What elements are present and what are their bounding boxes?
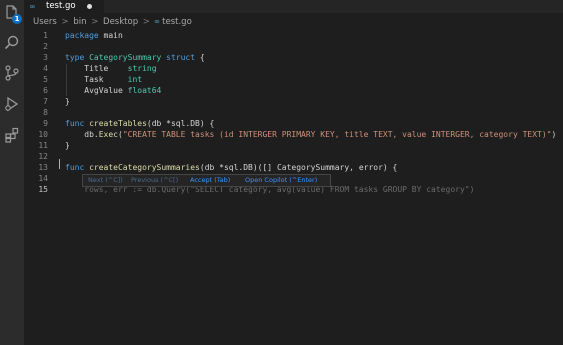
breadcrumb-separator: > [91, 17, 99, 27]
code-token: string [127, 64, 157, 73]
breadcrumb-item-desktop[interactable]: Desktop [103, 17, 138, 27]
code-token: Title [65, 64, 128, 73]
line-number: 4 [43, 64, 48, 73]
code-token: ) [551, 130, 557, 139]
line-number: 13 [38, 163, 48, 172]
code-text: db.Exec("CREATE TABLE tasks (id INTERGER… [65, 129, 556, 140]
unsaved-dot-icon[interactable] [87, 4, 92, 9]
code-token: } [65, 141, 70, 150]
code-token: (db *sql.DB) { [146, 119, 215, 128]
activity-bar: 1 [0, 0, 24, 345]
code-token: } [65, 97, 70, 106]
open-copilot-button[interactable]: Open Copilot (^Enter) [245, 175, 317, 186]
line-number: 6 [43, 86, 48, 95]
code-text: package main [65, 30, 123, 41]
code-token: type [65, 53, 90, 62]
code-token: func [65, 163, 90, 172]
code-token: createCategorySummaries [89, 163, 200, 172]
code-text: Task int [65, 74, 142, 85]
code-token: func [65, 119, 90, 128]
next-suggestion-button[interactable]: Next (^C]) [88, 175, 123, 186]
code-token: package [65, 31, 99, 40]
go-file-icon: ∞ [154, 17, 160, 26]
code-line[interactable]: 1 package main [24, 30, 563, 41]
code-token: float64 [127, 86, 162, 95]
breadcrumb-separator: > [142, 17, 150, 27]
code-token: main [98, 31, 123, 40]
breadcrumb: Users > bin > Desktop > ∞ test.go [33, 15, 192, 28]
code-token: CategorySummary [89, 53, 162, 62]
extensions-icon[interactable] [3, 126, 21, 144]
code-token: Exec [98, 130, 118, 139]
code-text: type CategorySummary struct { [65, 52, 205, 63]
breadcrumb-separator: > [61, 17, 69, 27]
code-token: "CREATE TABLE tasks (id INTERGER PRIMARY… [122, 130, 552, 139]
code-token: Task [65, 75, 128, 84]
breadcrumb-item-users[interactable]: Users [33, 17, 57, 27]
line-number: 9 [43, 119, 48, 128]
code-line[interactable]: 7} [24, 96, 563, 107]
inline-suggestion-toolbar: Next (^C]) Previous (^C[) Accept (Tab) O… [82, 174, 331, 187]
source-control-icon[interactable] [3, 64, 21, 82]
code-line[interactable]: 4 Title string [24, 63, 563, 74]
code-line[interactable]: 13 func createCategorySummaries(db *sql.D… [24, 162, 563, 173]
line-number: 8 [43, 108, 48, 117]
line-number: 5 [43, 75, 48, 84]
code-line[interactable]: 3 type CategorySummary struct { [24, 52, 563, 63]
code-line[interactable]: 6 AvgValue float64 [24, 85, 563, 96]
code-token: createTables [89, 119, 147, 128]
search-icon[interactable] [3, 34, 21, 52]
code-text: Title string [65, 63, 157, 74]
tab-label: test.go [46, 1, 76, 11]
code-text: } [65, 140, 70, 151]
code-line[interactable]: 5 Task int [24, 74, 563, 85]
line-number: 10 [38, 130, 48, 139]
line-number: 14 [38, 174, 48, 183]
code-text: func createTables(db *sql.DB) { [65, 118, 214, 129]
line-number: 2 [43, 42, 48, 51]
code-text: } [65, 96, 70, 107]
accept-suggestion-button[interactable]: Accept (Tab) [190, 175, 230, 186]
line-number: 11 [38, 141, 48, 150]
code-token: int [127, 75, 143, 84]
code-token: db. [65, 130, 99, 139]
tab-bar: ∞ test.go [24, 0, 563, 13]
code-line[interactable]: 10 db.Exec("CREATE TABLE tasks (id INTER… [24, 129, 563, 140]
explorer-badge: 1 [12, 14, 22, 24]
tab-test-go[interactable]: ∞ test.go [24, 0, 104, 13]
code-token: struct [161, 53, 196, 62]
previous-suggestion-button[interactable]: Previous (^C[) [131, 175, 178, 186]
line-number: 1 [43, 31, 48, 40]
code-text: func createCategorySummaries(db *sql.DB)… [65, 162, 397, 173]
code-line[interactable]: 2 [24, 41, 563, 52]
code-token: { [195, 53, 205, 62]
run-debug-icon[interactable] [3, 95, 21, 113]
code-line[interactable]: 9 func createTables(db *sql.DB) { [24, 118, 563, 129]
code-line[interactable]: 8 [24, 107, 563, 118]
code-line[interactable]: 12 [24, 151, 563, 162]
code-token: (db *sql.DB)([] CategorySummary, error) … [199, 163, 398, 172]
code-text: AvgValue float64 [65, 85, 161, 96]
line-number: 7 [43, 97, 48, 106]
breadcrumb-item-file[interactable]: test.go [162, 17, 192, 27]
line-number: 15 [38, 185, 48, 194]
code-line[interactable]: 11} [24, 140, 563, 151]
line-number: 3 [43, 53, 48, 62]
text-cursor [59, 159, 60, 169]
go-file-icon: ∞ [30, 2, 35, 11]
line-number: 12 [38, 152, 48, 161]
breadcrumb-item-bin[interactable]: bin [73, 17, 86, 27]
code-token: AvgValue [65, 86, 128, 95]
